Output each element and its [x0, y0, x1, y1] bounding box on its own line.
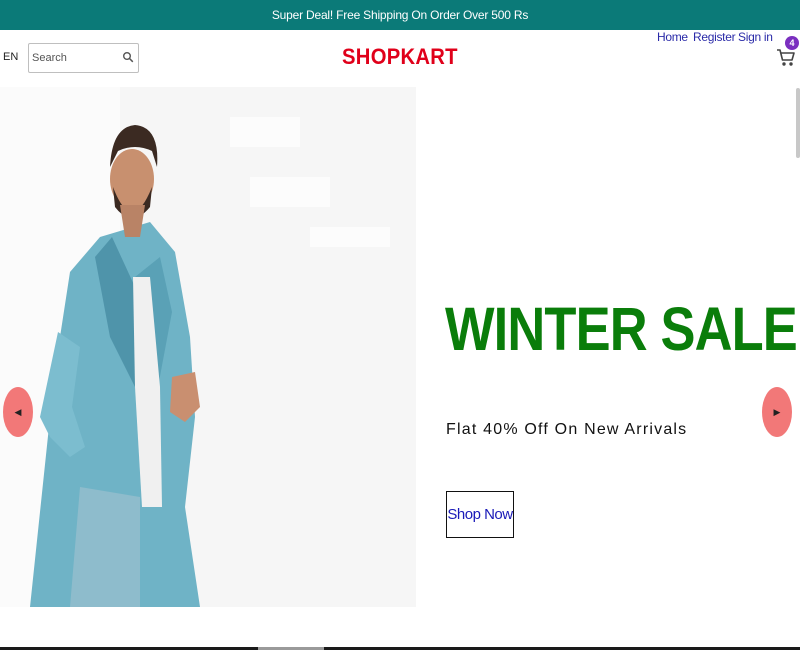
- announcement-bar: Super Deal! Free Shipping On Order Over …: [0, 0, 800, 30]
- nav-link-sign-in[interactable]: Sign in: [738, 30, 773, 44]
- hero-slider: WINTER SALE Flat 40% Off On New Arrivals…: [0, 87, 800, 607]
- arrow-right-icon: ▶: [773, 407, 781, 417]
- nav-link-home[interactable]: Home: [657, 30, 688, 44]
- page-scrollbar[interactable]: [796, 88, 800, 158]
- nav-link-register[interactable]: Register: [693, 30, 736, 44]
- shop-now-button[interactable]: Shop Now: [446, 491, 514, 538]
- brand-logo[interactable]: SHOPKART: [0, 44, 800, 70]
- brand-logo-text: SHOPKART: [342, 44, 458, 69]
- hero-title: WINTER SALE: [445, 295, 798, 363]
- hero-model-image: [0, 87, 416, 607]
- arrow-left-icon: ◀: [14, 407, 22, 417]
- navbar: EN SHOPKART Home Register Sign in 4: [0, 30, 800, 87]
- slider-next-button[interactable]: ▶: [762, 387, 792, 437]
- announcement-text: Super Deal! Free Shipping On Order Over …: [271, 8, 529, 22]
- hero-subtitle: Flat 40% Off On New Arrivals: [446, 421, 688, 438]
- slider-prev-button[interactable]: ◀: [3, 387, 33, 437]
- cart-count-badge: 4: [785, 36, 799, 50]
